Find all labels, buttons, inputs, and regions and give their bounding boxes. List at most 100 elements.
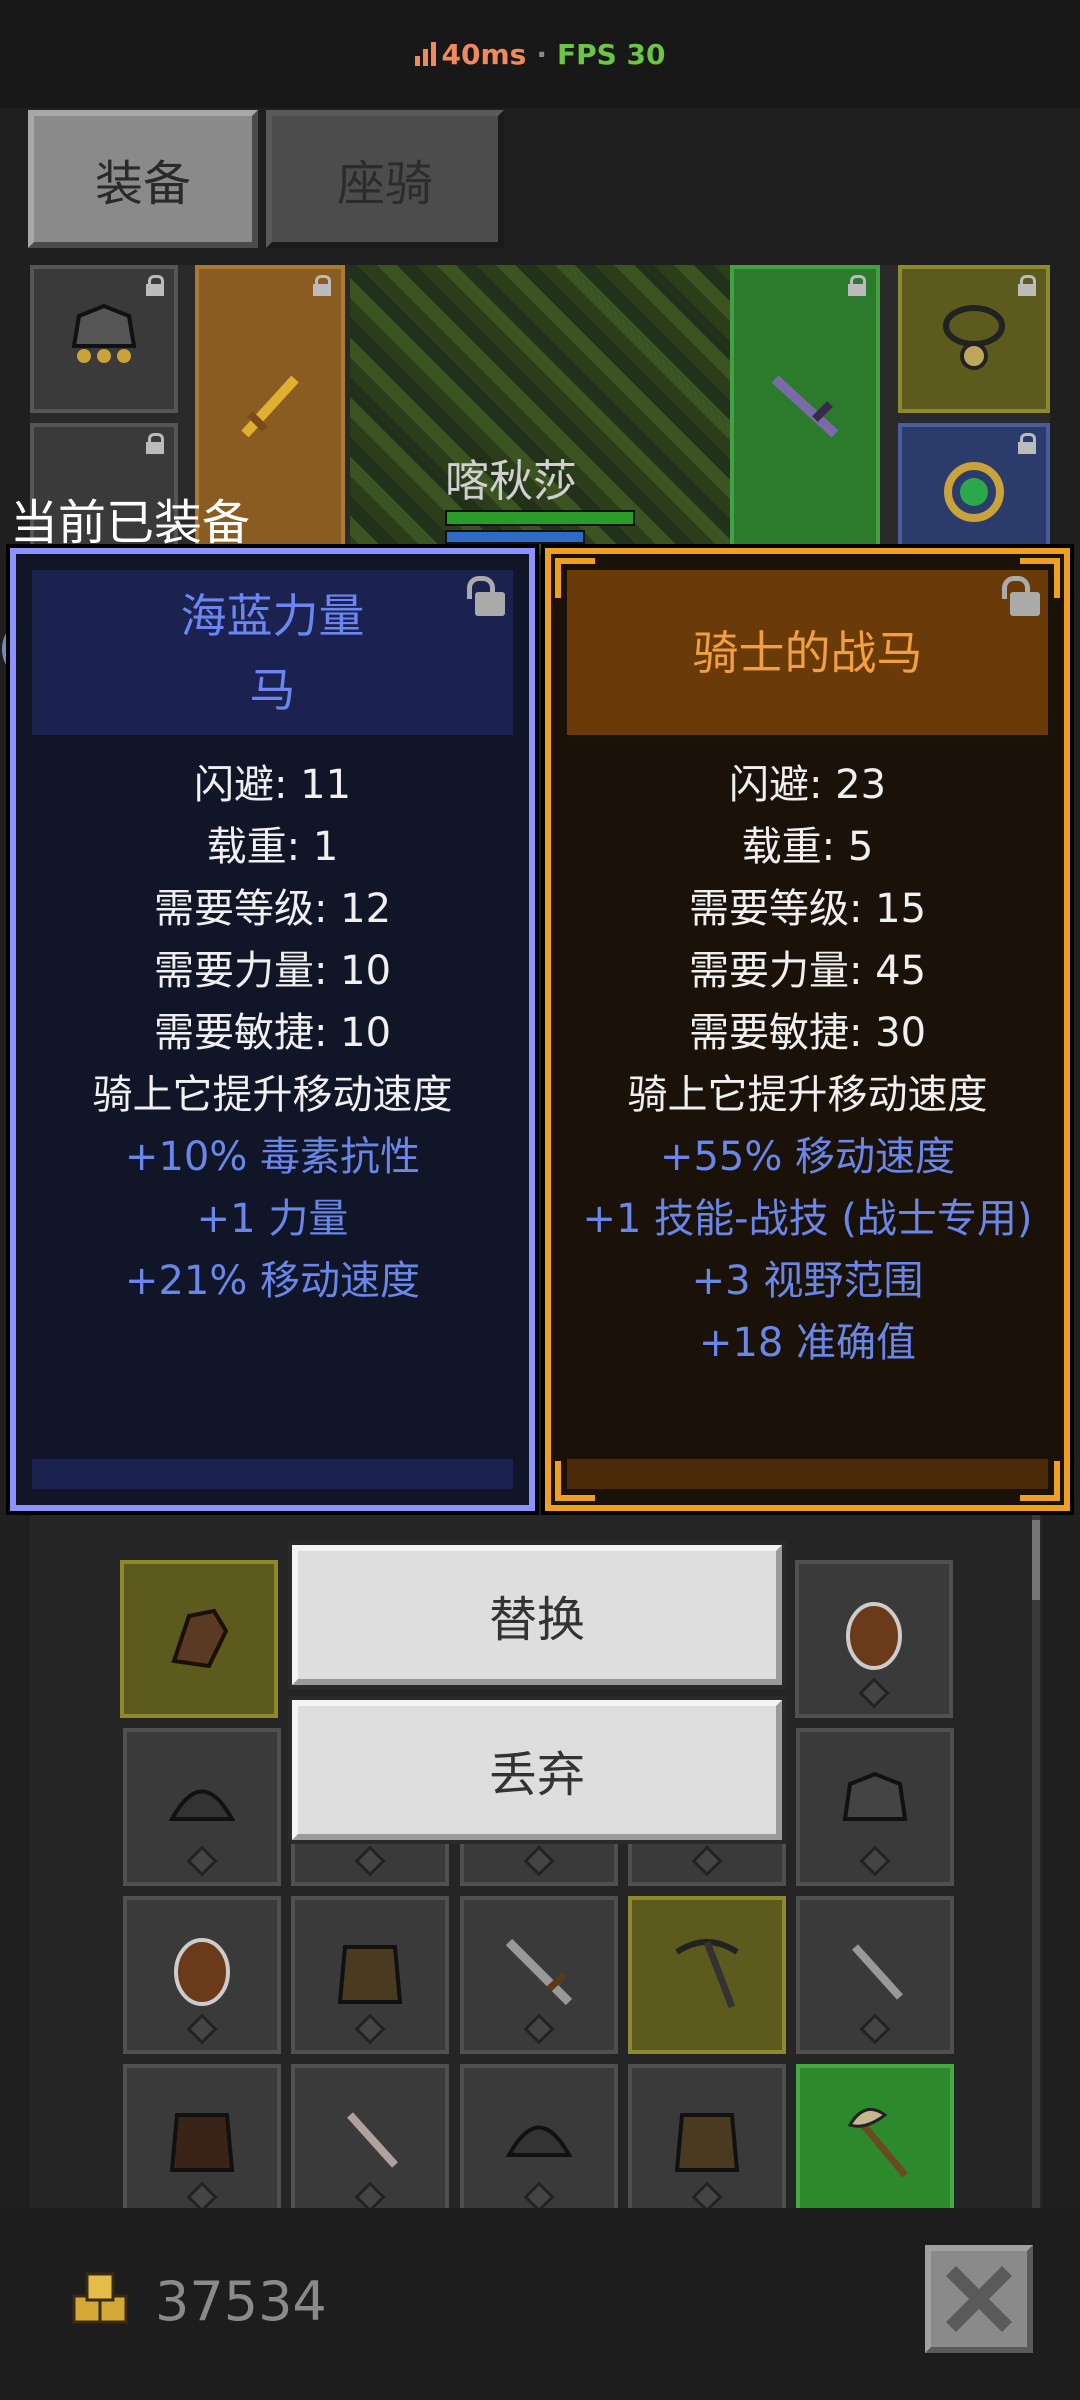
bonus-line: +18 准确值: [698, 1320, 917, 1366]
health-bar: [445, 510, 635, 526]
lock-icon: [846, 275, 868, 297]
socket-icon: [186, 2013, 218, 2045]
bonus-line: +3 视野范围: [691, 1258, 924, 1304]
socket-icon: [523, 1845, 555, 1877]
inventory-scrollbar[interactable]: [1032, 1515, 1040, 2208]
equipped-item-name-line2: 马: [249, 662, 296, 717]
inventory-slot-helmet[interactable]: [123, 1728, 281, 1886]
inventory-slot-shield[interactable]: [795, 1560, 953, 1718]
tab-equipment[interactable]: 装备: [28, 110, 258, 248]
amulet-icon: [943, 305, 1005, 371]
helmet-icon: [71, 304, 137, 364]
socket-icon: [859, 2013, 891, 2045]
mana-bar: [445, 530, 585, 544]
fps-value: FPS 30: [556, 37, 666, 71]
equipped-item-card: 海蓝力量 马 闪避: 11 载重: 1 需要等级: 12 需要力量: 10 需要…: [10, 548, 535, 1511]
new-item-title: 骑士的战马: [567, 570, 1048, 735]
gold-amount: 37534: [155, 2270, 327, 2333]
crossbow-icon: [675, 1939, 739, 2009]
sword-icon: [505, 1938, 573, 2006]
inventory-slot-armor[interactable]: [628, 2064, 786, 2222]
bonus-line: +10% 毒素抗性: [124, 1134, 421, 1180]
socket-icon: [523, 2013, 555, 2045]
armor-icon: [674, 2113, 740, 2172]
armor-icon: [169, 2113, 235, 2172]
helmet-icon: [168, 1789, 236, 1821]
socket-icon: [691, 1845, 723, 1877]
unlock-icon[interactable]: [463, 574, 507, 618]
inventory-slot-gloves[interactable]: [120, 1560, 278, 1718]
equipped-item-name-line1: 海蓝力量: [180, 588, 365, 643]
character-name: 喀秋莎: [445, 456, 577, 507]
inventory-slot-sword[interactable]: [460, 1896, 618, 2054]
signal-icon: [414, 42, 436, 66]
equipped-item-title: 海蓝力量 马: [32, 570, 513, 735]
stat-line: 需要力量: 10: [153, 948, 392, 994]
bonus-line: +21% 移动速度: [124, 1258, 421, 1304]
gold-coins-icon: [72, 2272, 128, 2324]
lock-icon: [1016, 275, 1038, 297]
lock-icon: [1016, 433, 1038, 455]
socket-icon: [859, 1845, 891, 1877]
unlock-icon[interactable]: [998, 574, 1042, 618]
helmet-icon: [842, 1771, 908, 1821]
replace-button[interactable]: 替换: [292, 1545, 782, 1685]
socket-icon: [858, 1677, 890, 1709]
stat-line: 需要等级: 15: [688, 886, 927, 932]
bonus-line: +1 力量: [196, 1196, 349, 1242]
bonus-line: +1 技能-战技 (战士专用): [582, 1196, 1033, 1242]
card-footer: [32, 1459, 513, 1489]
inventory-slot-dagger[interactable]: [291, 2064, 449, 2222]
tab-mount[interactable]: 座骑: [266, 110, 504, 248]
bonus-line: +55% 移动速度: [659, 1134, 956, 1180]
ring-icon: [944, 461, 1004, 522]
inventory-slot-dagger[interactable]: [796, 1896, 954, 2054]
inventory-slot-crossbow[interactable]: [628, 1896, 786, 2054]
stat-line: 需要力量: 45: [688, 948, 927, 994]
close-icon: [946, 2266, 1012, 2332]
close-button[interactable]: [925, 2245, 1033, 2353]
stat-line: 载重: 1: [206, 824, 339, 870]
equip-slot-helmet[interactable]: [30, 265, 178, 413]
socket-icon: [354, 1845, 386, 1877]
equip-slot-amulet[interactable]: [898, 265, 1050, 413]
gloves-icon: [171, 1608, 229, 1669]
lock-icon: [311, 275, 333, 297]
equip-slot-weapon-right[interactable]: [730, 265, 880, 555]
stat-line: 闪避: 11: [193, 762, 352, 808]
new-item-card: 骑士的战马 闪避: 23 载重: 5 需要等级: 15 需要力量: 45 需要敏…: [545, 548, 1070, 1511]
helmet-icon: [505, 2125, 573, 2157]
current-equipped-label: 当前已装备: [10, 495, 251, 551]
lock-icon: [144, 433, 166, 455]
inventory-slot-armor[interactable]: [291, 1896, 449, 2054]
discard-button[interactable]: 丢弃: [292, 1700, 782, 1840]
armor-icon: [337, 1945, 403, 2004]
separator: ·: [536, 37, 547, 71]
inventory-slot-axe[interactable]: [796, 2064, 954, 2222]
dagger-icon: [347, 2112, 398, 2168]
stat-line: 闪避: 23: [728, 762, 887, 808]
ping-value: 40ms: [441, 37, 527, 71]
dagger-icon: [771, 375, 839, 439]
equipped-item-stats: 闪避: 11 载重: 1 需要等级: 12 需要力量: 10 需要敏捷: 10 …: [16, 754, 529, 1312]
ping-indicator: 40ms: [414, 37, 527, 71]
equip-slot-ring[interactable]: [898, 423, 1050, 555]
axe-icon: [847, 2107, 908, 2178]
shield-icon: [174, 1938, 230, 2006]
inventory-slot-armor[interactable]: [123, 2064, 281, 2222]
stat-line: 载重: 5: [741, 824, 874, 870]
inventory-slot-helmet[interactable]: [460, 2064, 618, 2222]
new-item-stats: 闪避: 23 载重: 5 需要等级: 15 需要力量: 45 需要敏捷: 30 …: [551, 754, 1064, 1374]
stat-line: 骑上它提升移动速度: [627, 1072, 988, 1118]
sword-icon: [241, 375, 299, 438]
stat-line: 需要敏捷: 30: [688, 1010, 927, 1056]
socket-icon: [186, 1845, 218, 1877]
dagger-icon: [852, 1944, 903, 2000]
inventory-scroll-thumb[interactable]: [1032, 1520, 1040, 1600]
inventory-slot-helmet[interactable]: [796, 1728, 954, 1886]
stat-line: 需要敏捷: 10: [153, 1010, 392, 1056]
network-status-bar: 40ms · FPS 30: [0, 0, 1080, 108]
stat-line: 骑上它提升移动速度: [92, 1072, 453, 1118]
shield-icon: [846, 1602, 902, 1670]
inventory-slot-shield[interactable]: [123, 1896, 281, 2054]
